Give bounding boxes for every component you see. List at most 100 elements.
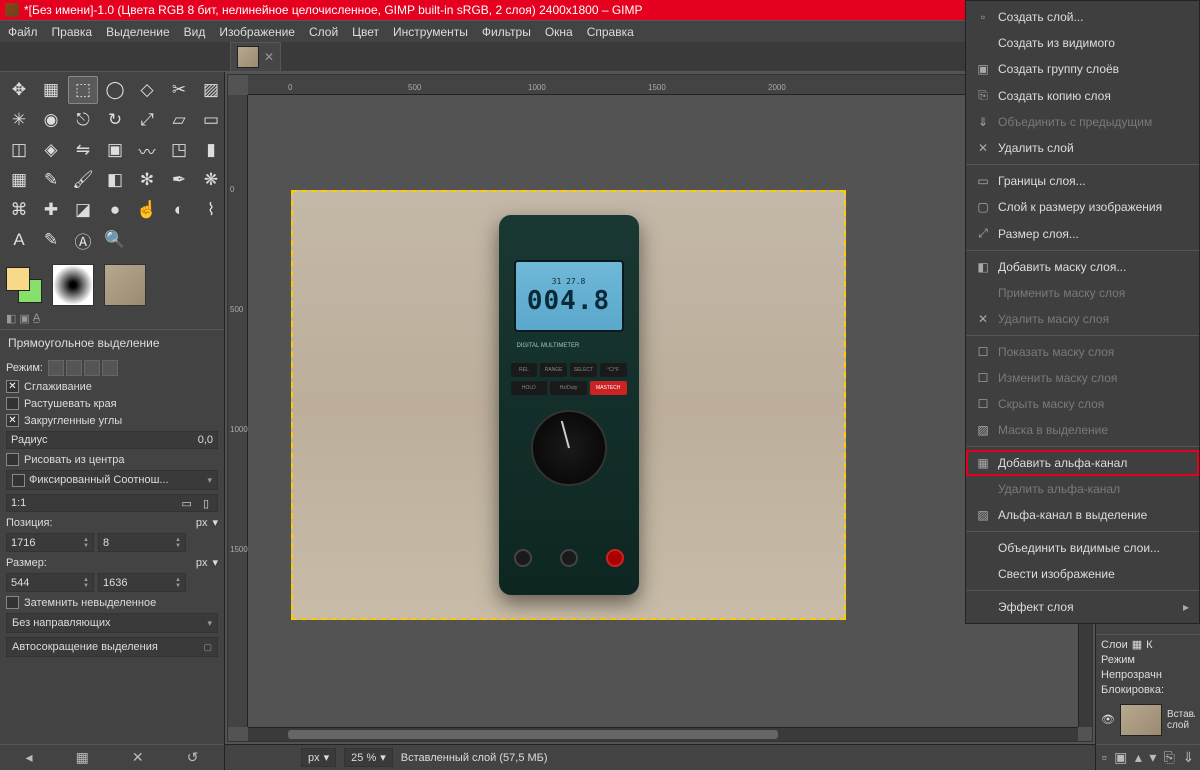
3d-transform-tool-icon[interactable]: ◳ — [164, 136, 194, 164]
menu-tools[interactable]: Инструменты — [393, 25, 468, 39]
clone-tool-icon[interactable]: ⌘ — [4, 196, 34, 224]
heal-tool-icon[interactable]: ✚ — [36, 196, 66, 224]
by-color-select-tool-icon[interactable]: ◉ — [36, 106, 66, 134]
feather-checkbox[interactable] — [6, 397, 19, 410]
scale-tool-icon[interactable]: ⤢ — [132, 106, 162, 134]
unified-transform-tool-icon[interactable]: ◫ — [4, 136, 34, 164]
menu-edit[interactable]: Правка — [52, 25, 93, 39]
rect-select-tool-icon[interactable]: ⬚ — [68, 76, 98, 104]
cm-mask-sel[interactable]: ▨Маска в выделение — [966, 417, 1199, 443]
crop-tool-icon[interactable]: ⎋ — [68, 106, 98, 134]
cm-delete-mask[interactable]: ✕Удалить маску слоя — [966, 306, 1199, 332]
cm-remove-alpha[interactable]: Удалить альфа-канал — [966, 476, 1199, 502]
align-tool-icon[interactable]: ▦ — [36, 76, 66, 104]
color-picker-tool-icon[interactable]: ✎ — [36, 226, 66, 254]
menu-image[interactable]: Изображение — [219, 25, 295, 39]
zoom-tool-icon[interactable]: 🔍 — [100, 226, 130, 254]
unit-dropdown[interactable]: px▾ — [301, 748, 336, 767]
menu-color[interactable]: Цвет — [352, 25, 379, 39]
menu-help[interactable]: Справка — [587, 25, 634, 39]
mode-replace-icon[interactable] — [48, 360, 64, 376]
save-preset-icon[interactable]: ◂ — [26, 749, 33, 766]
fuzzy-select-tool-icon[interactable]: ✳ — [4, 106, 34, 134]
move-tool-icon[interactable]: ✥ — [4, 76, 34, 104]
size-h-input[interactable]: 1636▲▼ — [98, 573, 186, 592]
size-w-input[interactable]: 544▲▼ — [6, 573, 94, 592]
cm-add-mask[interactable]: ◧Добавить маску слоя... — [966, 254, 1199, 280]
perspective-clone-tool-icon[interactable]: ◪ — [68, 196, 98, 224]
vertical-ruler[interactable]: 0 500 1000 1500 — [228, 95, 248, 727]
reset-preset-icon[interactable]: ↺ — [187, 749, 199, 766]
ratio-input[interactable]: 1:1 — [7, 497, 30, 509]
airbrush-tool-icon[interactable]: ✻ — [132, 166, 162, 194]
new-layer-icon[interactable]: ▫ — [1102, 749, 1107, 766]
position-x-input[interactable]: 1716▲▼ — [6, 533, 94, 552]
cm-resize[interactable]: ⤢Размер слоя... — [966, 220, 1199, 247]
orient-portrait-icon[interactable]: ▯ — [199, 497, 213, 510]
cage-tool-icon[interactable]: ▣ — [100, 136, 130, 164]
mode-subtract-icon[interactable] — [84, 360, 100, 376]
cm-hide-mask[interactable]: ☐Скрыть маску слоя — [966, 391, 1199, 417]
handle-transform-tool-icon[interactable]: ◈ — [36, 136, 66, 164]
bucket-tool-icon[interactable]: ▮ — [196, 136, 226, 164]
cm-apply-mask[interactable]: Применить маску слоя — [966, 280, 1199, 306]
delete-preset-icon[interactable]: ✕ — [132, 749, 144, 766]
cm-flatten[interactable]: Свести изображение — [966, 561, 1199, 587]
duplicate-layer-icon[interactable]: ⎘ — [1164, 749, 1175, 766]
position-y-input[interactable]: 8▲▼ — [98, 533, 186, 552]
mode-intersect-icon[interactable] — [102, 360, 118, 376]
text-tool-icon[interactable]: A — [4, 226, 34, 254]
document-tab[interactable]: ✕ — [230, 42, 281, 72]
shear-tool-icon[interactable]: ▱ — [164, 106, 194, 134]
cm-show-mask[interactable]: ☐Показать маску слоя — [966, 339, 1199, 365]
cm-edit-mask[interactable]: ☐Изменить маску слоя — [966, 365, 1199, 391]
layer-group-icon[interactable]: ▣ — [1114, 749, 1127, 766]
blur-tool-icon[interactable]: ● — [100, 196, 130, 224]
radius-input[interactable]: 0,0 — [194, 434, 217, 446]
paths-tool-icon[interactable]: ⌇ — [196, 196, 226, 224]
menu-view[interactable]: Вид — [184, 25, 206, 39]
raise-layer-icon[interactable]: ▴ — [1135, 749, 1142, 766]
close-icon[interactable]: ✕ — [264, 50, 274, 64]
mypaint-tool-icon[interactable]: ❋ — [196, 166, 226, 194]
flip-tool-icon[interactable]: ⇋ — [68, 136, 98, 164]
fg-color-swatch[interactable] — [6, 267, 30, 291]
merge-down-icon[interactable]: ⇓ — [1182, 749, 1194, 766]
cm-new-layer[interactable]: ▫Создать слой... — [966, 4, 1199, 30]
cm-boundary[interactable]: ▭Границы слоя... — [966, 168, 1199, 194]
perspective-tool-icon[interactable]: ▭ — [196, 106, 226, 134]
menu-file[interactable]: Файл — [8, 25, 38, 39]
fixed-mode-dropdown[interactable]: Фиксированный Соотнош...▾ — [6, 470, 218, 490]
measure-tool-icon[interactable]: Ⓐ — [68, 226, 98, 254]
menu-windows[interactable]: Окна — [545, 25, 573, 39]
zoom-dropdown[interactable]: 25 %▾ — [344, 748, 393, 767]
layers-tab[interactable]: Слои — [1101, 639, 1128, 651]
warp-tool-icon[interactable]: 〰 — [132, 136, 162, 164]
cm-add-alpha[interactable]: ▦Добавить альфа-канал — [966, 450, 1199, 476]
pencil-tool-icon[interactable]: ✎ — [36, 166, 66, 194]
cm-alpha-sel[interactable]: ▨Альфа-канал в выделение — [966, 502, 1199, 528]
images-icon[interactable]: A̲ — [33, 312, 40, 325]
cm-group[interactable]: ▣Создать группу слоёв — [966, 56, 1199, 82]
foreground-select-tool-icon[interactable]: ▨ — [196, 76, 226, 104]
cm-duplicate[interactable]: ⎘Создать копию слоя — [966, 82, 1199, 109]
guides-dropdown[interactable]: Без направляющих▾ — [6, 613, 218, 633]
orient-landscape-icon[interactable]: ▭ — [178, 497, 196, 510]
tool-options-icon[interactable]: ▣ — [19, 312, 29, 325]
ellipse-select-tool-icon[interactable]: ◯ — [100, 76, 130, 104]
layer-row[interactable]: 👁 Вставленный слой — [1101, 699, 1195, 741]
device-status-icon[interactable]: ◧ — [6, 312, 16, 325]
from-center-checkbox[interactable] — [6, 453, 19, 466]
dodge-tool-icon[interactable]: ◐ — [164, 196, 194, 224]
pattern-preview[interactable] — [104, 264, 146, 306]
visibility-icon[interactable]: 👁 — [1101, 713, 1115, 727]
brush-preview[interactable] — [52, 264, 94, 306]
horizontal-scrollbar[interactable] — [248, 727, 1078, 741]
menu-select[interactable]: Выделение — [106, 25, 170, 39]
horizontal-ruler[interactable]: 0 500 1000 1500 2000 — [248, 75, 1078, 95]
darken-checkbox[interactable] — [6, 596, 19, 609]
gradient-tool-icon[interactable]: ▦ — [4, 166, 34, 194]
menu-filters[interactable]: Фильтры — [482, 25, 531, 39]
cm-from-visible[interactable]: Создать из видимого — [966, 30, 1199, 56]
ink-tool-icon[interactable]: ✒ — [164, 166, 194, 194]
